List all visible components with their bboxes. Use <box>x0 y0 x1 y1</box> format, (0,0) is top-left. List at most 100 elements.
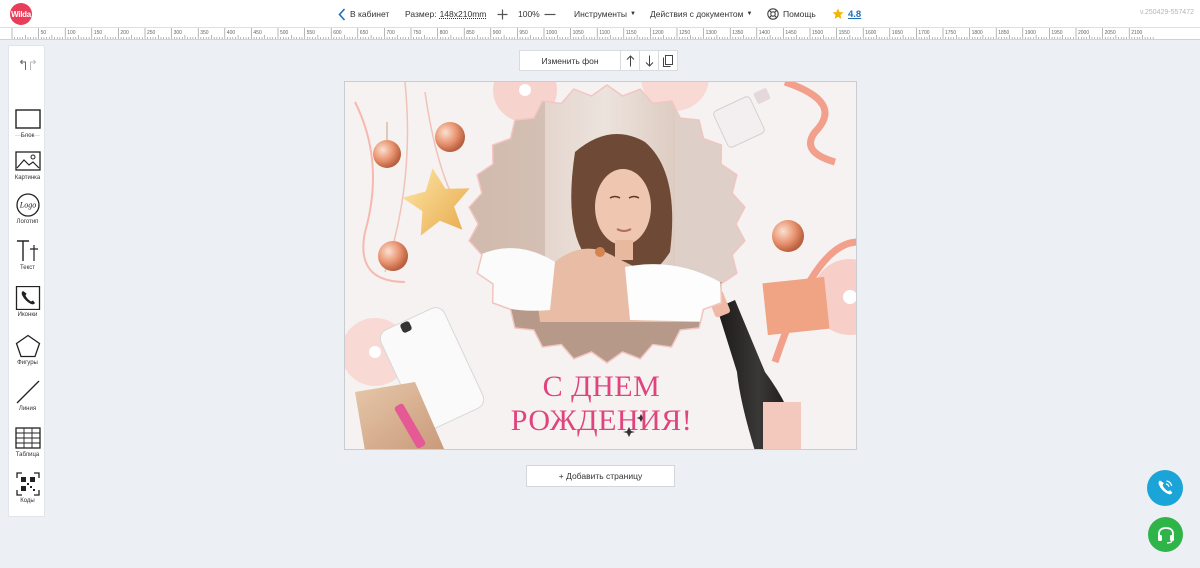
logo-icon: Logo <box>15 193 41 217</box>
rectangle-icon <box>14 107 41 131</box>
rating-link[interactable]: 4.8 <box>832 0 861 28</box>
add-page-button[interactable]: + Добавить страницу <box>526 465 675 487</box>
top-bar: Wilda В кабинет Размер: 148x210mm 100% И… <box>0 0 1200 28</box>
ruler-label: 850 <box>466 30 475 36</box>
back-label: В кабинет <box>350 9 390 19</box>
ruler-label: 600 <box>333 30 342 36</box>
table-icon <box>14 426 41 450</box>
rating-value: 4.8 <box>848 8 862 20</box>
minus-icon <box>544 13 556 15</box>
tool-line[interactable]: Линия <box>9 380 46 424</box>
document-actions-label: Действия с документом <box>650 9 744 19</box>
zoom-value: 100% <box>518 9 540 19</box>
tool-label: Линия <box>18 406 37 412</box>
greeting-line-1[interactable]: С ДНЕМ <box>345 370 856 404</box>
tool-text[interactable]: Текст <box>9 239 46 283</box>
tool-block[interactable]: Блок <box>9 107 46 151</box>
tool-label: Картинка <box>14 175 41 181</box>
design-page[interactable]: С ДНЕМ РОЖДЕНИЯ! <box>344 81 857 450</box>
ruler-scale: 50 100 150 200 250 300 350 400 450 500 550 600 650 70… <box>11 28 1154 39</box>
ruler-label: 300 <box>174 30 183 36</box>
ruler-label: 1050 <box>573 30 584 36</box>
tool-label: Блок <box>20 133 35 139</box>
size-value[interactable]: 148x210mm <box>440 9 487 19</box>
tool-label: Логотип <box>16 219 39 225</box>
arrow-down-icon <box>645 55 653 67</box>
copy-page-button[interactable] <box>658 50 678 71</box>
tools-sidebar: Блок Картинка Logo Логотип Текст Иконки … <box>8 45 45 517</box>
star-icon <box>832 8 844 19</box>
headset-icon <box>1157 526 1174 544</box>
copy-icon <box>663 54 673 67</box>
ruler-label: 700 <box>386 30 395 36</box>
ruler-label: 950 <box>519 30 528 36</box>
phone-call-icon <box>1158 480 1173 495</box>
change-background-button[interactable]: Изменить фон <box>519 50 621 71</box>
ruler-label: 150 <box>94 30 103 36</box>
move-page-down-button[interactable] <box>639 50 659 71</box>
qr-code-icon <box>15 472 41 496</box>
tool-label: Коды <box>20 498 35 504</box>
caret-down-icon: ▼ <box>630 11 636 17</box>
tool-image[interactable]: Картинка <box>9 149 46 193</box>
tool-shapes[interactable]: Фигуры <box>9 334 46 378</box>
zoom-out-button[interactable] <box>544 0 556 28</box>
ruler-label: 1350 <box>732 30 743 36</box>
help-link[interactable]: Помощь <box>767 0 816 28</box>
ruler-label: 250 <box>147 30 156 36</box>
ruler-label: 50 <box>41 30 47 36</box>
tool-label: Фигуры <box>17 360 38 366</box>
tool-label: Иконки <box>17 312 38 318</box>
ruler-label: 650 <box>360 30 369 36</box>
call-us-button[interactable] <box>1147 470 1183 506</box>
ruler-label: 1200 <box>652 30 663 36</box>
arrow-up-icon <box>626 54 634 66</box>
logo-icon-text: Logo <box>18 201 35 210</box>
ruler-label: 1150 <box>626 30 637 36</box>
ruler-label: 2100 <box>1131 30 1142 36</box>
ruler-label: 100 <box>67 30 76 36</box>
horizontal-ruler: 50 100 150 200 250 300 350 400 450 500 550 600 650 70… <box>0 28 1200 40</box>
line-icon <box>15 380 41 404</box>
undo-icon[interactable] <box>19 59 27 71</box>
ruler-label: 2000 <box>1078 30 1089 36</box>
text-icon <box>15 239 41 263</box>
ruler-label: 1950 <box>1051 30 1062 36</box>
ruler-label: 350 <box>200 30 209 36</box>
phone-icon <box>15 286 41 310</box>
tools-menu[interactable]: Инструменты ▼ <box>574 0 636 28</box>
ruler-label: 550 <box>307 30 316 36</box>
document-actions-menu[interactable]: Действия с документом ▼ <box>650 0 752 28</box>
pentagon-icon <box>15 334 41 358</box>
tool-table[interactable]: Таблица <box>9 426 46 470</box>
ruler-label: 1850 <box>998 30 1009 36</box>
back-to-cabinet-link[interactable]: В кабинет <box>338 0 389 28</box>
ruler-label: 200 <box>120 30 129 36</box>
plus-icon <box>497 9 508 19</box>
ruler-label: 750 <box>413 30 422 36</box>
ruler-label: 500 <box>280 30 289 36</box>
ruler-label: 2050 <box>1105 30 1116 36</box>
zoom-in-button[interactable] <box>497 0 508 28</box>
ruler-label: 1000 <box>546 30 557 36</box>
ruler-label: 1600 <box>865 30 876 36</box>
support-chat-button[interactable] <box>1148 517 1183 552</box>
caret-down-icon: ▼ <box>746 11 753 17</box>
document-size[interactable]: Размер: 148x210mm <box>405 0 486 28</box>
tool-logo[interactable]: Logo Логотип <box>9 193 46 237</box>
ruler-label: 1450 <box>785 30 796 36</box>
undo-redo <box>9 56 46 74</box>
tool-icons[interactable]: Иконки <box>9 286 46 330</box>
logo-text: Wilda <box>11 9 31 19</box>
version-label: v.250429-557472 <box>1140 9 1194 16</box>
image-icon <box>14 149 41 173</box>
tool-codes[interactable]: Коды <box>9 472 46 516</box>
redo-icon[interactable] <box>29 59 37 71</box>
page-toolbar: Изменить фон <box>519 50 678 71</box>
greeting-line-2[interactable]: РОЖДЕНИЯ! <box>345 404 856 438</box>
ruler-label: 1800 <box>972 30 983 36</box>
ruler-label: 1250 <box>679 30 690 36</box>
ruler-label: 450 <box>253 30 262 36</box>
app-logo[interactable]: Wilda <box>10 3 32 25</box>
move-page-up-button[interactable] <box>620 50 640 71</box>
